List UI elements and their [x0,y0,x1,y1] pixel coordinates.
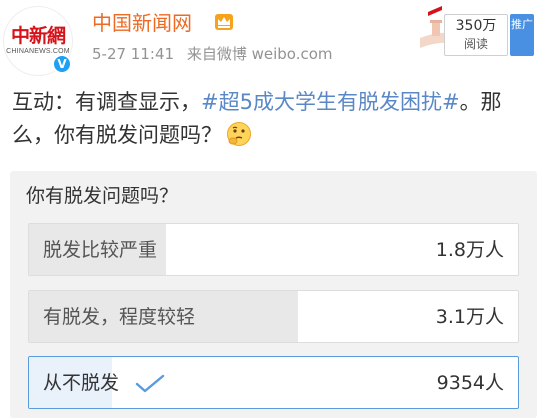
poll-option-label: 从不脱发 [43,357,165,408]
poll-option-severe[interactable]: 脱发比较严重 1.8万人 [28,223,519,276]
verified-icon: V [52,54,72,74]
post-source[interactable]: 来自微博 weibo.com [187,45,333,63]
read-count-box: 350万 阅读 [444,14,508,56]
post-text-prefix: 互动：有调查显示， [12,90,201,114]
poll-question: 你有脱发问题吗？ [26,185,179,207]
poll-card: 你有脱发问题吗？ 脱发比较严重 1.8万人 有脱发，程度较轻 3.1万人 从不脱… [10,171,537,418]
read-label: 阅读 [463,37,488,51]
hashtag-link[interactable]: #超5成大学生有脱发困扰# [201,90,460,114]
thinking-face-emoji-icon [227,122,251,146]
poll-option-label-text: 从不脱发 [43,372,120,394]
account-name[interactable]: 中国新闻网 [92,11,192,35]
crown-icon [215,14,233,30]
post-time: 5-27 11:41 [92,45,175,63]
weibo-post-card: 中新網 CHINANEWS.COM V 中国新闻网 5-27 11:41 来自微… [0,0,547,418]
poll-option-label: 脱发比较严重 [43,239,158,261]
poll-option-label: 有脱发，程度较轻 [43,306,196,328]
poll-option-count: 1.8万人 [435,239,504,261]
post-text: 互动：有调查显示，#超5成大学生有脱发困扰#。那么，你有脱发问题吗？ [12,86,537,152]
poll-option-count: 3.1万人 [435,306,504,328]
checkmark-icon [135,374,165,392]
post-meta: 5-27 11:41 来自微博 weibo.com [92,44,341,64]
poll-option-never[interactable]: 从不脱发 9354人 [28,356,519,409]
promote-button[interactable]: 推广 [510,14,534,56]
logo-chinese-text: 中新網 [10,25,66,47]
poll-option-mild[interactable]: 有脱发，程度较轻 3.1万人 [28,290,519,343]
read-count: 350万 [455,18,497,34]
poll-option-count: 9354人 [436,372,504,394]
